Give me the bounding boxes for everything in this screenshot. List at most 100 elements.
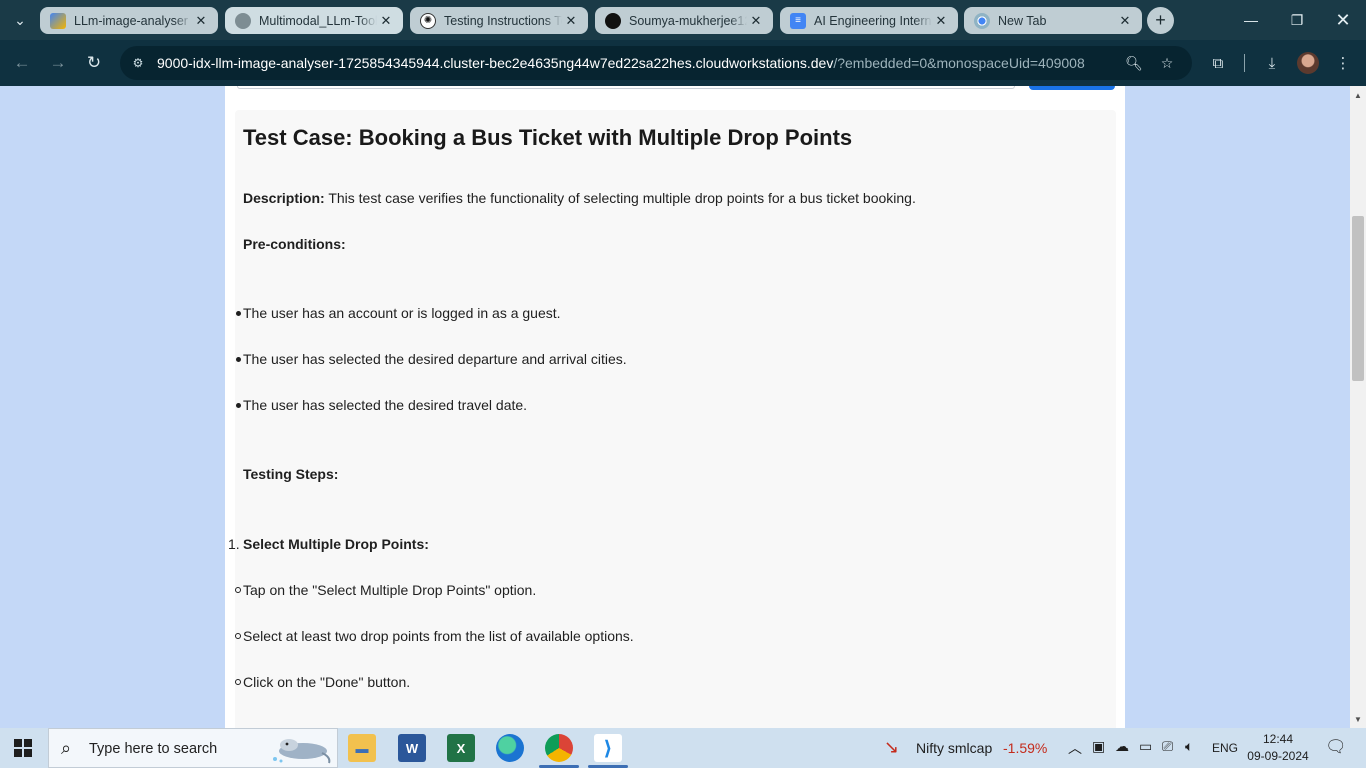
description-label: Description: <box>243 190 325 206</box>
volume-icon[interactable]: 🔈︎ <box>1185 738 1193 755</box>
close-tab-icon[interactable]: ✕ <box>932 12 950 30</box>
stock-down-trend-icon[interactable]: ↘ <box>884 737 899 758</box>
taskbar-search-box[interactable]: ⌕ Type here to search <box>48 728 338 768</box>
close-tab-icon[interactable]: ✕ <box>377 12 395 30</box>
tab-title: Multimodal_LLm-Tool <box>259 13 377 28</box>
onedrive-cloud-icon[interactable]: ☁ <box>1115 738 1129 755</box>
browser-tab-strip: ⌄ LLm-image-analyser ✕ Multimodal_LLm-To… <box>0 0 1366 40</box>
preconditions-heading-text: Pre-conditions: <box>243 236 346 252</box>
download-icon[interactable]: ⤓ <box>1261 52 1283 74</box>
word-icon[interactable]: W <box>398 734 426 762</box>
close-window-icon[interactable]: ✕ <box>1320 0 1366 40</box>
step-1: 1. Select Multiple Drop Points: <box>228 536 429 552</box>
scrollbar-thumb[interactable] <box>1352 216 1364 381</box>
url-text[interactable]: 9000-idx-llm-image-analyser-172585434594… <box>157 55 1085 71</box>
vertical-scrollbar[interactable] <box>1350 86 1366 728</box>
testing-steps-heading-text: Testing Steps: <box>243 466 339 482</box>
clock-time: 12:44 <box>1262 732 1294 746</box>
list-item-text: The user has selected the desired travel… <box>243 397 528 413</box>
tab-title: Soumya-mukherjee12 <box>629 13 747 28</box>
list-item: The user has selected the desired depart… <box>236 351 627 367</box>
tab-title: Testing Instructions Too <box>444 13 562 28</box>
google-docs-icon: ≡ <box>790 12 806 29</box>
tab-testing-instructions[interactable]: ✺ Testing Instructions Too ✕ <box>410 7 588 34</box>
close-tab-icon[interactable]: ✕ <box>747 12 765 30</box>
windows-taskbar: ⌕ Type here to search ▬ W X ⟩ ↘ Nifty sm… <box>0 728 1366 768</box>
prompt-input-edge[interactable] <box>237 86 1015 89</box>
tab-search-chevron-icon[interactable]: ⌄ <box>6 6 34 34</box>
forward-arrow-icon[interactable]: → <box>44 49 72 77</box>
notifications-icon[interactable]: 🗨︎ <box>1325 737 1347 757</box>
project-idx-icon <box>50 12 66 29</box>
new-tab-button[interactable]: + <box>1147 7 1174 34</box>
search-placeholder: Type here to search <box>89 741 218 757</box>
browser-toolbar: ← → ↻ ⚙ 9000-idx-llm-image-analyser-1725… <box>0 40 1366 86</box>
bullet <box>236 357 241 362</box>
url-host: 9000-idx-llm-image-analyser-172585434594… <box>157 55 834 71</box>
description-line: Description: This test case verifies the… <box>243 190 916 206</box>
ticker-name[interactable]: Nifty smlcap <box>916 740 992 756</box>
language-indicator[interactable]: ENG <box>1212 741 1238 755</box>
chrome-icon <box>974 12 990 29</box>
address-bar[interactable]: ⚙ 9000-idx-llm-image-analyser-1725854345… <box>120 46 1192 80</box>
ticker-change[interactable]: -1.59% <box>1003 740 1047 756</box>
bullet <box>236 403 241 408</box>
clock-date: 09-09-2024 <box>1247 749 1309 763</box>
scroll-up-arrow-icon[interactable]: ▲ <box>1350 88 1366 102</box>
submit-button-edge[interactable] <box>1029 86 1115 90</box>
site-info-icon[interactable]: ⚙ <box>128 53 148 73</box>
list-item: The user has an account or is logged in … <box>236 305 561 321</box>
github-icon <box>605 12 621 29</box>
system-clock[interactable]: 12:44 09-09-2024 <box>1244 731 1312 765</box>
tab-title: New Tab <box>998 13 1047 28</box>
battery-icon[interactable]: ▭ <box>1139 738 1152 755</box>
windows-start-icon[interactable] <box>14 739 32 757</box>
tab-multimodal-llm-tool[interactable]: Multimodal_LLm-Tool ✕ <box>225 7 403 34</box>
scroll-down-arrow-icon[interactable]: ▼ <box>1350 712 1366 726</box>
loading-globe-icon <box>235 12 251 29</box>
step-title: Select Multiple Drop Points: <box>243 536 429 552</box>
close-tab-icon[interactable]: ✕ <box>1116 12 1134 30</box>
profile-avatar[interactable] <box>1297 52 1319 74</box>
toolbar-divider <box>1244 54 1245 72</box>
close-tab-icon[interactable]: ✕ <box>192 12 210 30</box>
circle-bullet <box>235 633 241 639</box>
excel-icon[interactable]: X <box>447 734 475 762</box>
tab-title: AI Engineering Interns <box>814 13 932 28</box>
reload-icon[interactable]: ↻ <box>80 49 108 77</box>
back-arrow-icon[interactable]: ← <box>8 49 36 77</box>
vscode-icon[interactable]: ⟩ <box>594 734 622 762</box>
tab-new-tab[interactable]: New Tab ✕ <box>964 7 1142 34</box>
url-query: /?embedded=0&monospaceUid=409008 <box>833 55 1085 71</box>
bookmark-star-icon[interactable]: ☆ <box>1157 53 1177 73</box>
chrome-taskbar-icon[interactable] <box>545 734 573 762</box>
list-item: The user has selected the desired travel… <box>236 397 528 413</box>
close-tab-icon[interactable]: ✕ <box>562 12 580 30</box>
show-hidden-icons-chevron-icon[interactable]: ︿ <box>1068 738 1082 758</box>
tab-llm-image-analyser[interactable]: LLm-image-analyser ✕ <box>40 7 218 34</box>
circle-bullet <box>235 679 241 685</box>
search-highlight-image <box>273 739 331 764</box>
tab-github[interactable]: Soumya-mukherjee12 ✕ <box>595 7 773 34</box>
sub-step-item: Tap on the "Select Multiple Drop Points"… <box>235 582 536 598</box>
bullet <box>236 311 241 316</box>
sub-step-item: Click on the "Done" button. <box>235 674 410 690</box>
meet-now-icon[interactable]: ▣ <box>1092 738 1105 755</box>
description-text: This test case verifies the functionalit… <box>324 190 916 206</box>
sub-step-item: Select at least two drop points from the… <box>235 628 634 644</box>
menu-kebab-icon[interactable]: ⋮ <box>1332 52 1354 74</box>
sub-step-text: Select at least two drop points from the… <box>243 628 634 644</box>
tab-ai-engineering[interactable]: ≡ AI Engineering Interns ✕ <box>780 7 958 34</box>
zoom-icon[interactable]: 🔍︎ <box>1124 53 1144 73</box>
tab-title: LLm-image-analyser <box>74 13 188 28</box>
page-viewport: Test Case: Booking a Bus Ticket with Mul… <box>0 86 1366 728</box>
edge-icon[interactable] <box>496 734 524 762</box>
restore-icon[interactable]: ❐ <box>1274 0 1320 40</box>
preconditions-heading: Pre-conditions: <box>243 236 346 252</box>
file-explorer-icon[interactable]: ▬ <box>348 734 376 762</box>
test-case-title: Test Case: Booking a Bus Ticket with Mul… <box>243 125 853 150</box>
circle-bullet <box>235 587 241 593</box>
network-icon[interactable]: ⎚ <box>1162 738 1173 755</box>
extensions-puzzle-icon[interactable]: ⧉ <box>1207 52 1229 74</box>
minimize-icon[interactable]: — <box>1228 0 1274 40</box>
